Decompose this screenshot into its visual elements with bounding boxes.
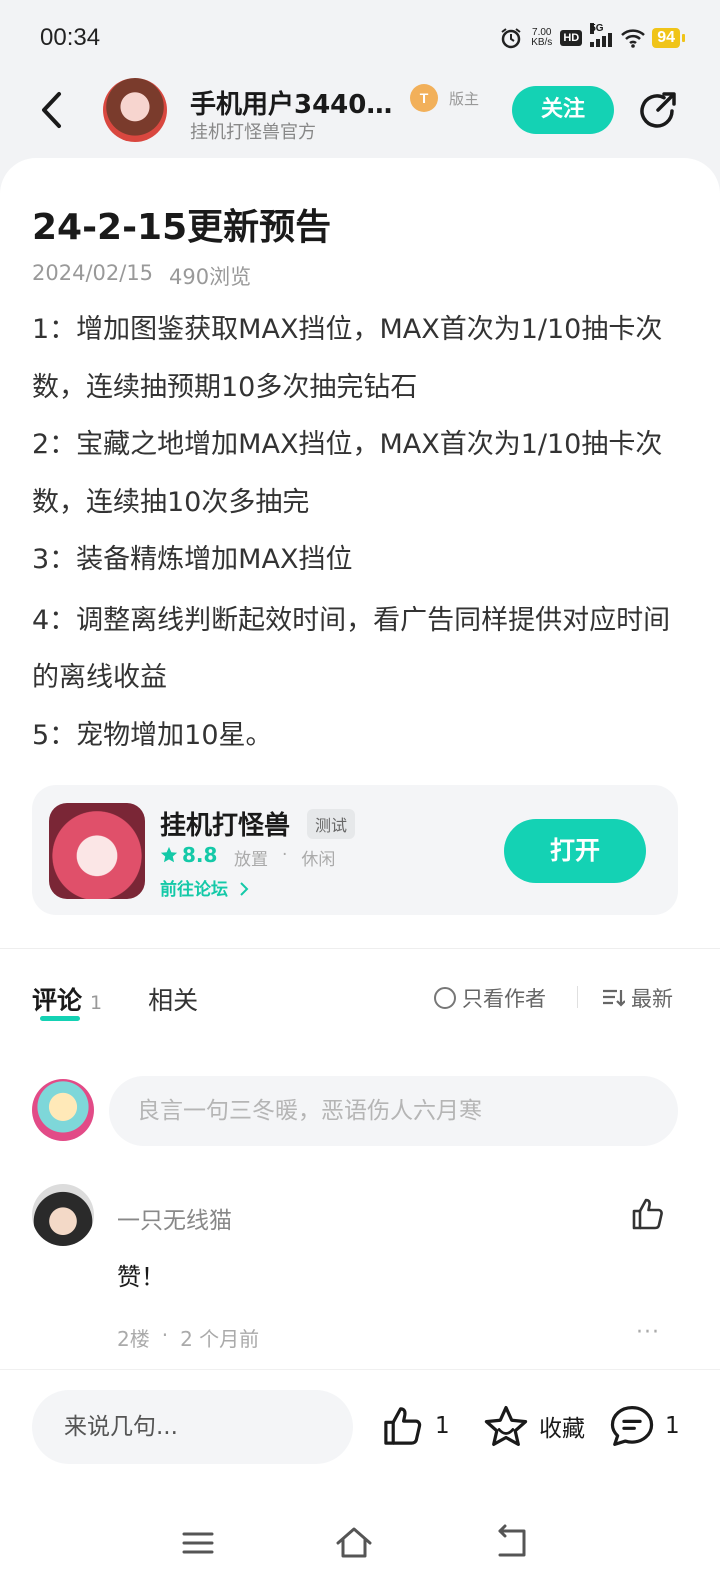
comment-author-avatar[interactable] [32,1184,94,1246]
section-divider [0,948,720,949]
author-only-toggle[interactable]: 只看作者 [434,983,546,1013]
post-title: 24-2-15更新预告 [32,207,332,248]
comment-text: 赞！ [117,1263,165,1291]
bottom-bar-separator [0,1369,720,1370]
post-paragraph: 5：宠物增加10星。 [32,719,273,751]
tab-comments-count: 1 [90,992,103,1014]
back-button[interactable] [34,90,74,130]
comment-like-button[interactable] [630,1196,666,1232]
game-name: 挂机打怪兽 [160,811,291,841]
share-icon [640,92,676,128]
menu-nav-button[interactable] [178,1523,218,1563]
game-card[interactable]: 挂机打怪兽 测试 8.8 放置 · 休闲 前往论坛 打开 [32,785,678,915]
alarm-icon [499,27,523,49]
radio-circle-icon [434,987,456,1009]
game-categories: 放置 · 休闲 [234,845,335,870]
comment-author-name[interactable]: 一只无线猫 [117,1201,232,1235]
post-paragraph: 3：装备精炼增加MAX挡位 [32,544,353,575]
net-speed-unit: KB/s [531,37,553,48]
home-nav-button[interactable] [334,1523,374,1563]
author-subtitle: 挂机打怪兽官方 [190,122,316,143]
category-dot: · [282,845,288,865]
like-count: 1 [435,1413,450,1439]
wifi-icon [620,27,646,49]
menu-icon [182,1532,214,1554]
status-bar: 00:34 7.00 KB/s HD 5G 94 [0,0,720,76]
post-paragraph: 1：增加图鉴获取MAX挡位，MAX首次为1/10抽卡次数，连续抽预期10多次抽完… [32,314,663,403]
star-icon [484,1405,528,1447]
status-time: 00:34 [40,24,101,51]
post-body: 1：增加图鉴获取MAX挡位，MAX首次为1/10抽卡次数，连续抽预期10多次抽完… [32,301,682,764]
sort-label: 最新 [631,987,673,1011]
game-test-tag: 测试 [307,809,356,839]
net-speed: 7.00 KB/s [531,28,552,48]
comment-meta: 2楼 · 2 个月前 [117,1323,259,1352]
game-category: 休闲 [301,850,336,870]
tab-related[interactable]: 相关 [148,981,198,1017]
game-rating-value: 8.8 [182,843,218,867]
back-nav-button[interactable] [492,1523,532,1563]
system-nav-bar [0,1498,720,1592]
author-only-label: 只看作者 [462,987,546,1011]
back-arrow-icon [42,92,61,128]
post-paragraph: 4：调整离线判断起效时间，看广告同样提供对应时间的离线收益 [32,604,671,694]
game-forum-link[interactable]: 前往论坛 [160,875,250,900]
like-button[interactable]: 1 [381,1404,450,1448]
comment-floor: 2楼 [117,1327,150,1351]
post-header: 手机用户3440… T 版主 挂机打怪兽官方 关注 [0,76,720,160]
sort-icon [603,989,625,1007]
post-views: 490浏览 [169,265,252,289]
open-game-button[interactable]: 打开 [504,819,646,883]
game-rating: 8.8 [160,843,217,867]
game-category: 放置 [234,850,268,870]
thumbs-up-icon [384,1407,422,1445]
filter-separator [577,986,578,1008]
favorite-label: 收藏 [539,1416,585,1442]
status-icons: 7.00 KB/s HD 5G 94 [499,23,685,49]
home-icon [336,1527,372,1558]
star-rating-icon [160,846,178,863]
level-badge: T [410,84,438,112]
role-tag: 版主 [449,90,480,108]
author-name[interactable]: 手机用户3440… [190,84,405,121]
comment-count: 1 [665,1413,680,1439]
tab-comments[interactable]: 评论 [32,981,82,1021]
sort-button[interactable]: 最新 [601,983,673,1013]
comment-button[interactable]: 1 [609,1404,680,1448]
comment-time: 2 个月前 [180,1327,260,1351]
game-icon[interactable] [49,803,145,899]
comment-tabs: 评论 1 相关 [32,981,198,1021]
back-nav-icon [498,1524,526,1557]
post-meta: 2024/02/15 490浏览 [32,261,251,291]
signal-icon: 5G [590,23,613,47]
comment-input[interactable]: 良言一句三冬暖，恶语伤人六月寒 [109,1076,678,1146]
battery-indicator: 94 [652,28,685,48]
post-paragraph: 2：宝藏之地增加MAX挡位，MAX首次为1/10抽卡次数，连续抽10次多抽完 [32,429,663,518]
share-button[interactable] [636,90,678,132]
comment-meta-dot: · [161,1323,169,1347]
hd-badge: HD [560,30,583,46]
chevron-right-icon [240,882,249,896]
author-avatar[interactable] [103,78,167,142]
game-forum-label: 前往论坛 [160,880,228,900]
thumbs-up-icon [632,1198,663,1230]
follow-button[interactable]: 关注 [512,86,614,134]
more-options-icon[interactable]: ··· [636,1320,660,1345]
reply-input[interactable]: 来说几句... [32,1390,353,1464]
network-type: 5G [590,23,604,34]
comment-bubble-icon [610,1405,654,1447]
post-date: 2024/02/15 [32,261,154,285]
post-card: 24-2-15更新预告 2024/02/15 490浏览 1：增加图鉴获取MAX… [0,158,720,1592]
my-avatar [32,1079,94,1141]
favorite-button[interactable]: 收藏 [483,1404,585,1448]
